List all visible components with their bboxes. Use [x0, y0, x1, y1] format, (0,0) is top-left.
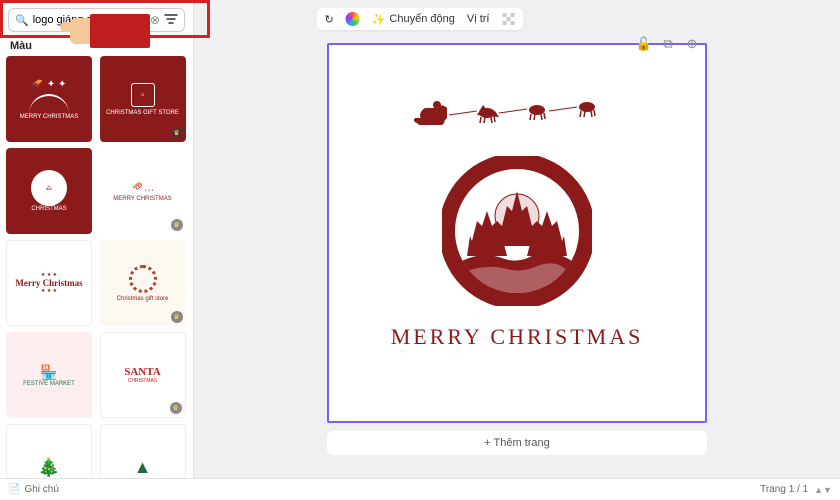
- add-page-icon[interactable]: ⊕: [684, 36, 700, 52]
- template-item[interactable]: SANTA CHRISTMAS ♛: [100, 332, 186, 418]
- color-wheel-icon: [346, 12, 360, 26]
- color-button[interactable]: [346, 12, 360, 26]
- premium-badge-icon: ♛: [170, 402, 182, 414]
- page-indicator: Trang 1 / 1: [760, 484, 808, 495]
- lock-icon[interactable]: 🔓: [636, 36, 652, 52]
- wreath-icon: [129, 265, 157, 293]
- tree-icon: 🎄: [38, 457, 60, 478]
- page-nav-arrows[interactable]: ▲▼: [814, 485, 832, 495]
- search-bar[interactable]: 🔍 ⊗: [8, 8, 185, 32]
- sleigh-reindeer-icon: 🛷 ˏ ˏ ˏ: [132, 181, 153, 192]
- search-icon: 🔍: [15, 14, 29, 27]
- template-caption: FESTIVE MARKET: [23, 381, 75, 387]
- template-caption: CHRISTMAS GIFT STORE: [106, 110, 179, 116]
- template-caption: Merry Christmas: [15, 278, 82, 288]
- template-item[interactable]: Christmas gift store ♛: [100, 240, 186, 326]
- transparency-icon: [502, 12, 516, 26]
- transparency-button[interactable]: [502, 12, 516, 26]
- elements-sidebar: 🔍 ⊗ Màu 🛷 ✦ ✦ MERRY CHRISTMAS ⌂ CHRISTMA…: [0, 0, 194, 478]
- template-item[interactable]: 🎄: [6, 424, 92, 478]
- color-section-label: Màu: [0, 40, 193, 56]
- animation-button[interactable]: ✨ Chuyển động: [372, 13, 455, 26]
- canvas-main-text[interactable]: MERRY CHRISTMAS: [391, 324, 644, 350]
- canvas-area: MERRY CHRISTMAS + Thêm trang: [194, 0, 840, 478]
- page-actions: 🔓 ⧉ ⊕: [636, 36, 700, 52]
- template-item[interactable]: 🛷 ˏ ˏ ˏ MERRY CHRISTMAS ♛: [100, 148, 186, 234]
- duplicate-icon[interactable]: ⧉: [660, 36, 676, 52]
- templates-grid[interactable]: 🛷 ✦ ✦ MERRY CHRISTMAS ⌂ CHRISTMAS GIFT S…: [0, 56, 193, 478]
- page-navigator: Trang 1 / 1 ▲▼: [760, 484, 832, 495]
- position-button[interactable]: Vị trí: [467, 13, 490, 25]
- template-item[interactable]: ▲: [100, 424, 186, 478]
- animation-label: Chuyển động: [389, 13, 454, 25]
- house-icon: ⌂: [131, 83, 155, 107]
- sparkle-icon: ✨: [372, 13, 386, 26]
- floating-toolbar: ↻ ✨ Chuyển động Vị trí: [317, 8, 524, 30]
- template-caption: CHRISTMAS: [31, 206, 66, 212]
- sleigh-icon: 🛷 ✦ ✦: [32, 79, 67, 90]
- premium-badge-icon: ♛: [171, 219, 183, 231]
- clear-search-icon[interactable]: ⊗: [150, 13, 160, 27]
- template-subcaption: CHRISTMAS: [128, 378, 157, 384]
- design-canvas[interactable]: MERRY CHRISTMAS: [327, 43, 707, 423]
- notes-label: Ghi chú: [24, 484, 58, 495]
- template-item[interactable]: 🛷 ✦ ✦ MERRY CHRISTMAS: [6, 56, 92, 142]
- notes-icon: 📄: [8, 484, 20, 495]
- ornament-icon: 🏔: [31, 170, 67, 206]
- premium-badge-icon: ♛: [171, 127, 183, 139]
- search-input[interactable]: [33, 14, 146, 26]
- template-item[interactable]: 🏪 FESTIVE MARKET: [6, 332, 92, 418]
- position-label: Vị trí: [467, 13, 490, 25]
- tree-icon: ▲: [134, 457, 152, 478]
- notes-button[interactable]: 📄 Ghi chú: [8, 484, 59, 495]
- market-stand-icon: 🏪: [40, 364, 57, 381]
- search-container: 🔍 ⊗: [0, 0, 193, 40]
- template-caption: SANTA: [124, 366, 160, 378]
- filters-icon[interactable]: [164, 13, 178, 28]
- premium-badge-icon: ♛: [171, 311, 183, 323]
- template-item[interactable]: ★ ★ ★ Merry Christmas ★ ★ ★: [6, 240, 92, 326]
- template-caption: Christmas gift store: [117, 296, 169, 302]
- template-caption: MERRY CHRISTMAS: [113, 196, 171, 202]
- ornament-graphic[interactable]: [442, 156, 592, 306]
- template-item[interactable]: ⌂ CHRISTMAS GIFT STORE ♛: [100, 56, 186, 142]
- sleigh-reindeer-graphic[interactable]: [407, 93, 627, 138]
- bottom-bar: 📄 Ghi chú Trang 1 / 1 ▲▼: [0, 478, 840, 500]
- undo-button[interactable]: ↻: [325, 13, 334, 26]
- template-item[interactable]: 🏔 CHRISTMAS: [6, 148, 92, 234]
- template-caption: MERRY CHRISTMAS: [20, 114, 78, 120]
- add-page-button[interactable]: + Thêm trang: [327, 431, 707, 455]
